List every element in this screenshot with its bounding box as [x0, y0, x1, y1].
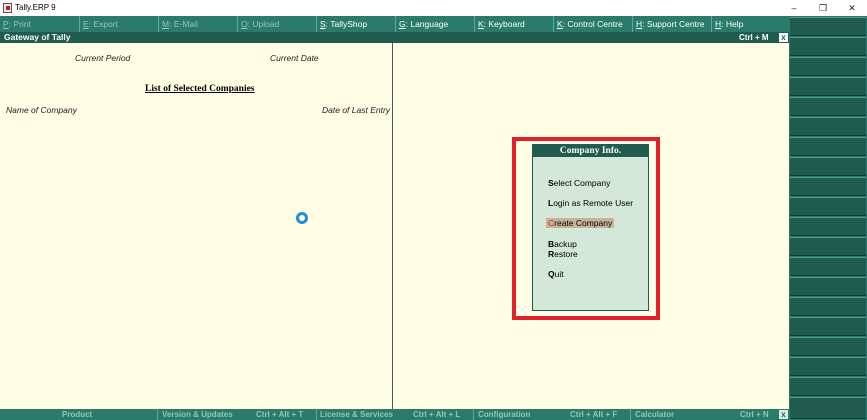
window-titlebar: Tally.ERP 9 – ❐ ✕ — [0, 0, 867, 16]
last-entry-date-header: Date of Last Entry — [322, 105, 391, 115]
window-title: Tally.ERP 9 — [15, 3, 56, 12]
product-button[interactable]: Product — [62, 409, 92, 420]
gateway-menu-panel: Company Info. Select Company Login as Re… — [394, 43, 789, 409]
side-button[interactable] — [790, 237, 866, 256]
menu-help[interactable]: H: Help — [711, 16, 789, 32]
side-button[interactable] — [790, 357, 866, 376]
menu-upload[interactable]: O: Upload — [237, 16, 316, 32]
side-button[interactable] — [790, 317, 866, 336]
gateway-header: Gateway of Tally Ctrl + M x — [0, 32, 789, 43]
menu-tallyshop[interactable]: S: TallyShop — [316, 16, 395, 32]
version-updates-button[interactable]: Version & Updates — [162, 409, 233, 420]
calculator-button[interactable]: Calculator — [635, 409, 674, 420]
restore-button[interactable]: ❐ — [808, 0, 838, 16]
company-name-header: Name of Company — [6, 105, 77, 115]
menu-email[interactable]: M: E-Mail — [158, 16, 237, 32]
side-button[interactable] — [790, 37, 866, 56]
side-button[interactable] — [790, 377, 866, 396]
side-button[interactable] — [790, 77, 866, 96]
gateway-shortcut: Ctrl + M — [739, 33, 769, 42]
side-button[interactable] — [790, 137, 866, 156]
backup-option[interactable]: Backup — [548, 239, 577, 249]
loading-spinner-icon — [296, 212, 308, 224]
menu-keyboard[interactable]: K: Keyboard — [474, 16, 553, 32]
side-button[interactable] — [790, 217, 866, 236]
bottom-info-bar: Product Version & Updates Ctrl + Alt + T… — [0, 409, 789, 420]
company-info-menu: Company Info. Select Company Login as Re… — [532, 144, 649, 311]
license-services-shortcut: Ctrl + Alt + L — [413, 410, 461, 419]
side-button[interactable] — [790, 297, 866, 316]
calculator-close-button[interactable]: x — [779, 410, 788, 419]
bottom-separator — [630, 409, 631, 420]
bottom-separator — [157, 409, 158, 420]
quit-option[interactable]: Quit — [548, 269, 564, 279]
side-button[interactable] — [790, 337, 866, 356]
current-date-label: Current Date — [270, 53, 319, 63]
side-button[interactable] — [790, 57, 866, 76]
version-updates-shortcut: Ctrl + Alt + T — [256, 410, 304, 419]
menu-control-centre[interactable]: K: Control Centre — [553, 16, 632, 32]
selected-companies-title: List of Selected Companies — [145, 84, 255, 94]
menu-print[interactable]: P: Print — [0, 16, 79, 32]
gateway-close-button[interactable]: x — [779, 33, 788, 42]
login-remote-user-option[interactable]: Login as Remote User — [548, 198, 633, 208]
right-button-panel — [789, 16, 867, 420]
create-company-option[interactable]: Create Company — [546, 218, 615, 228]
menu-language[interactable]: G: Language — [395, 16, 474, 32]
configuration-shortcut: Ctrl + Alt + F — [570, 410, 618, 419]
top-button-bar: P: Print E: Export M: E-Mail O: Upload S… — [0, 16, 789, 32]
current-period-label: Current Period — [75, 53, 131, 63]
selected-companies-panel: Current Period Current Date List of Sele… — [0, 43, 393, 409]
restore-option[interactable]: Restore — [548, 249, 578, 259]
side-button[interactable] — [790, 257, 866, 276]
close-window-button[interactable]: ✕ — [837, 0, 867, 16]
side-button[interactable] — [790, 17, 866, 36]
gateway-title: Gateway of Tally — [4, 32, 71, 42]
configuration-button[interactable]: Configuration — [478, 409, 530, 420]
side-button[interactable] — [790, 197, 866, 216]
tally-app-icon — [3, 3, 12, 13]
calculator-shortcut: Ctrl + N — [740, 410, 769, 419]
menu-export[interactable]: E: Export — [79, 16, 158, 32]
minimize-button[interactable]: – — [779, 0, 809, 16]
side-button[interactable] — [790, 177, 866, 196]
side-button[interactable] — [790, 157, 866, 176]
side-button[interactable] — [790, 97, 866, 116]
bottom-separator — [316, 409, 317, 420]
bottom-separator — [473, 409, 474, 420]
side-button[interactable] — [790, 397, 866, 419]
company-info-title: Company Info. — [533, 145, 648, 157]
license-services-button[interactable]: License & Services — [320, 409, 393, 420]
menu-support-centre[interactable]: H: Support Centre — [632, 16, 711, 32]
select-company-option[interactable]: Select Company — [548, 178, 610, 188]
side-button[interactable] — [790, 277, 866, 296]
side-button[interactable] — [790, 117, 866, 136]
